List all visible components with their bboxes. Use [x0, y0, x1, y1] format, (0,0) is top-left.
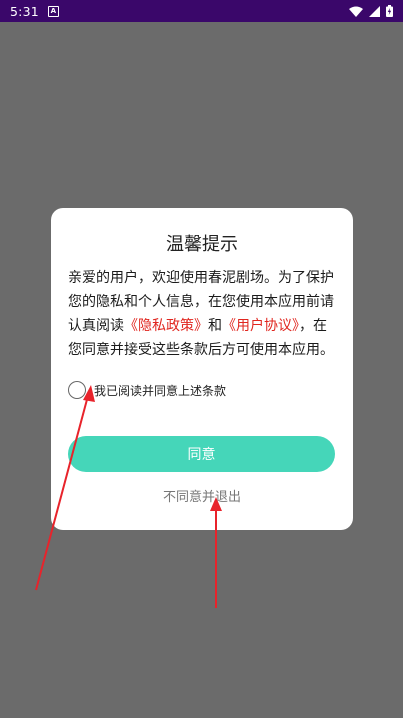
agree-terms-label: 我已阅读并同意上述条款: [94, 383, 227, 398]
dialog-message: 亲爱的用户，欢迎使用春泥剧场。为了保护您的隐私和个人信息，在您使用本应用前请认真…: [68, 266, 340, 362]
message-text-conjunction: 和: [208, 318, 222, 334]
signal-icon: [369, 5, 380, 17]
disagree-exit-link[interactable]: 不同意并退出: [51, 486, 353, 505]
agree-terms-row[interactable]: 我已阅读并同意上述条款: [68, 379, 226, 401]
wifi-icon: [349, 6, 363, 17]
dialog-title: 温馨提示: [166, 234, 238, 255]
agree-terms-radio[interactable]: [68, 381, 86, 399]
privacy-policy-link[interactable]: 《隐私政策》: [124, 318, 208, 334]
privacy-dialog: 温馨提示 亲爱的用户，欢迎使用春泥剧场。为了保护您的隐私和个人信息，在您使用本应…: [51, 208, 353, 530]
agree-button[interactable]: 同意: [68, 436, 335, 472]
notification-a-icon: A: [47, 5, 59, 17]
user-agreement-link[interactable]: 《用户协议》: [222, 318, 299, 334]
status-time: 5:31: [10, 3, 39, 19]
battery-charging-icon: [386, 5, 393, 17]
status-bar: 5:31 A: [0, 0, 403, 22]
